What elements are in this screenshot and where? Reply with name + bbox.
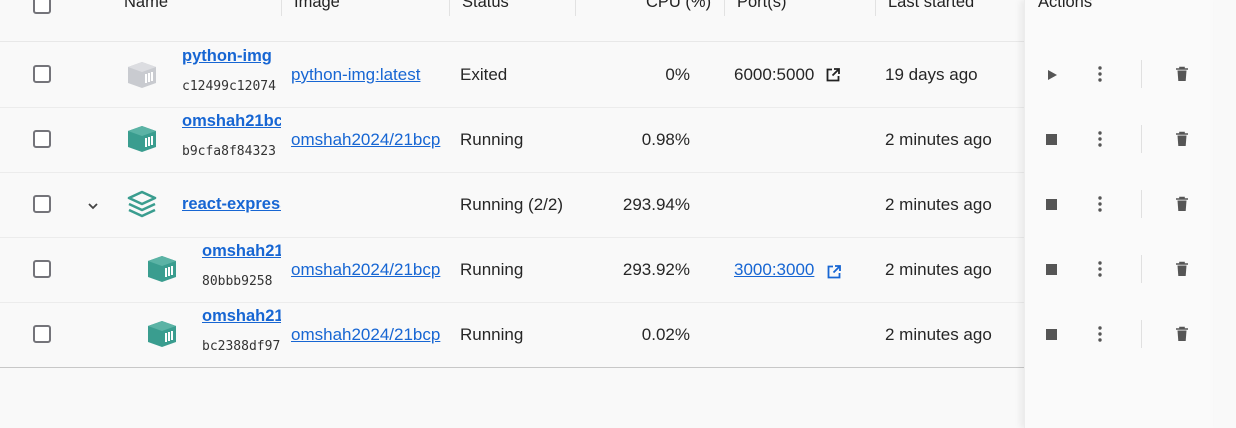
status-text: Running xyxy=(460,130,524,149)
last-started-text: 2 minutes ago xyxy=(885,130,992,149)
trash-icon[interactable] xyxy=(1175,66,1189,82)
column-divider[interactable] xyxy=(724,0,725,16)
cpu-value: 0.02% xyxy=(641,325,690,344)
stop-icon[interactable] xyxy=(1046,134,1057,145)
last-started-text: 2 minutes ago xyxy=(885,260,992,279)
port-mapping[interactable]: 6000:5000 xyxy=(734,65,814,85)
column-divider[interactable] xyxy=(875,0,876,16)
more-vertical-icon[interactable] xyxy=(1094,325,1106,343)
more-vertical-icon[interactable] xyxy=(1094,260,1106,278)
row-checkbox[interactable] xyxy=(33,130,51,148)
container-id: c12499c12074 xyxy=(182,79,276,94)
external-link-icon[interactable] xyxy=(826,68,840,82)
containers-table: Name Image Status CPU (%) Port(s) Last s… xyxy=(0,0,1236,428)
row-checkbox[interactable] xyxy=(33,325,51,343)
port-link[interactable]: 3000:3000 xyxy=(734,260,814,280)
image-link[interactable]: omshah2024/21bcp xyxy=(291,130,450,150)
container-name-link[interactable]: omshah21 xyxy=(202,242,281,261)
more-vertical-icon[interactable] xyxy=(1094,130,1106,148)
image-link[interactable]: omshah2024/21bcp xyxy=(291,260,450,280)
cpu-value: 293.92% xyxy=(622,260,690,279)
header-name[interactable]: Name xyxy=(124,0,168,12)
status-text: Running xyxy=(460,260,524,279)
trash-icon[interactable] xyxy=(1175,131,1189,147)
row-checkbox[interactable] xyxy=(33,65,51,83)
stack-icon xyxy=(127,190,157,218)
actions-column: Actions xyxy=(1024,0,1213,428)
actions-divider xyxy=(1141,320,1142,348)
container-icon xyxy=(148,321,176,347)
trash-icon[interactable] xyxy=(1175,326,1189,342)
container-icon xyxy=(148,256,176,282)
more-vertical-icon[interactable] xyxy=(1094,65,1106,83)
last-started-text: 2 minutes ago xyxy=(885,195,992,214)
actions-divider xyxy=(1141,255,1142,283)
actions-divider xyxy=(1141,60,1142,88)
more-vertical-icon[interactable] xyxy=(1094,195,1106,213)
header-last-started[interactable]: Last started xyxy=(888,0,974,12)
row-checkbox[interactable] xyxy=(33,195,51,213)
last-started-text: 2 minutes ago xyxy=(885,325,992,344)
actions-divider xyxy=(1141,125,1142,153)
actions-divider xyxy=(1141,190,1142,218)
header-ports[interactable]: Port(s) xyxy=(737,0,787,12)
status-text: Running (2/2) xyxy=(460,195,564,214)
header-actions: Actions xyxy=(1038,0,1093,11)
play-icon[interactable] xyxy=(1046,69,1058,81)
trash-icon[interactable] xyxy=(1175,261,1189,277)
header-cpu[interactable]: CPU (%) xyxy=(646,0,711,12)
compose-name-link[interactable]: react-express xyxy=(182,195,281,214)
container-icon xyxy=(128,126,156,152)
header-image[interactable]: Image xyxy=(294,0,340,12)
chevron-down-icon[interactable] xyxy=(86,199,100,213)
container-id: 80bbb9258 xyxy=(202,274,273,289)
cpu-value: 0% xyxy=(665,65,690,84)
header-status[interactable]: Status xyxy=(462,0,509,12)
column-divider[interactable] xyxy=(575,0,576,16)
column-divider[interactable] xyxy=(281,0,282,16)
container-icon xyxy=(128,62,156,88)
container-id: b9cfa8f84323 xyxy=(182,144,276,159)
container-name-link[interactable]: omshah21 xyxy=(202,307,281,326)
container-id: bc2388df97 xyxy=(202,339,281,354)
external-link-icon[interactable] xyxy=(827,265,841,279)
status-text: Exited xyxy=(460,65,508,84)
cpu-value: 293.94% xyxy=(622,195,690,214)
image-link[interactable]: python-img:latest xyxy=(291,65,450,85)
cpu-value: 0.98% xyxy=(641,130,690,149)
container-name-link[interactable]: omshah21bcp xyxy=(182,112,281,131)
column-divider[interactable] xyxy=(449,0,450,16)
row-checkbox[interactable] xyxy=(33,260,51,278)
status-text: Running xyxy=(460,325,524,344)
container-name-link[interactable]: python-img xyxy=(182,47,278,66)
stop-icon[interactable] xyxy=(1046,199,1057,210)
trash-icon[interactable] xyxy=(1175,196,1189,212)
stop-icon[interactable] xyxy=(1046,264,1057,275)
stop-icon[interactable] xyxy=(1046,329,1057,340)
last-started-text: 19 days ago xyxy=(885,65,978,84)
image-link[interactable]: omshah2024/21bcp xyxy=(291,325,450,345)
select-all-checkbox[interactable] xyxy=(33,0,51,14)
